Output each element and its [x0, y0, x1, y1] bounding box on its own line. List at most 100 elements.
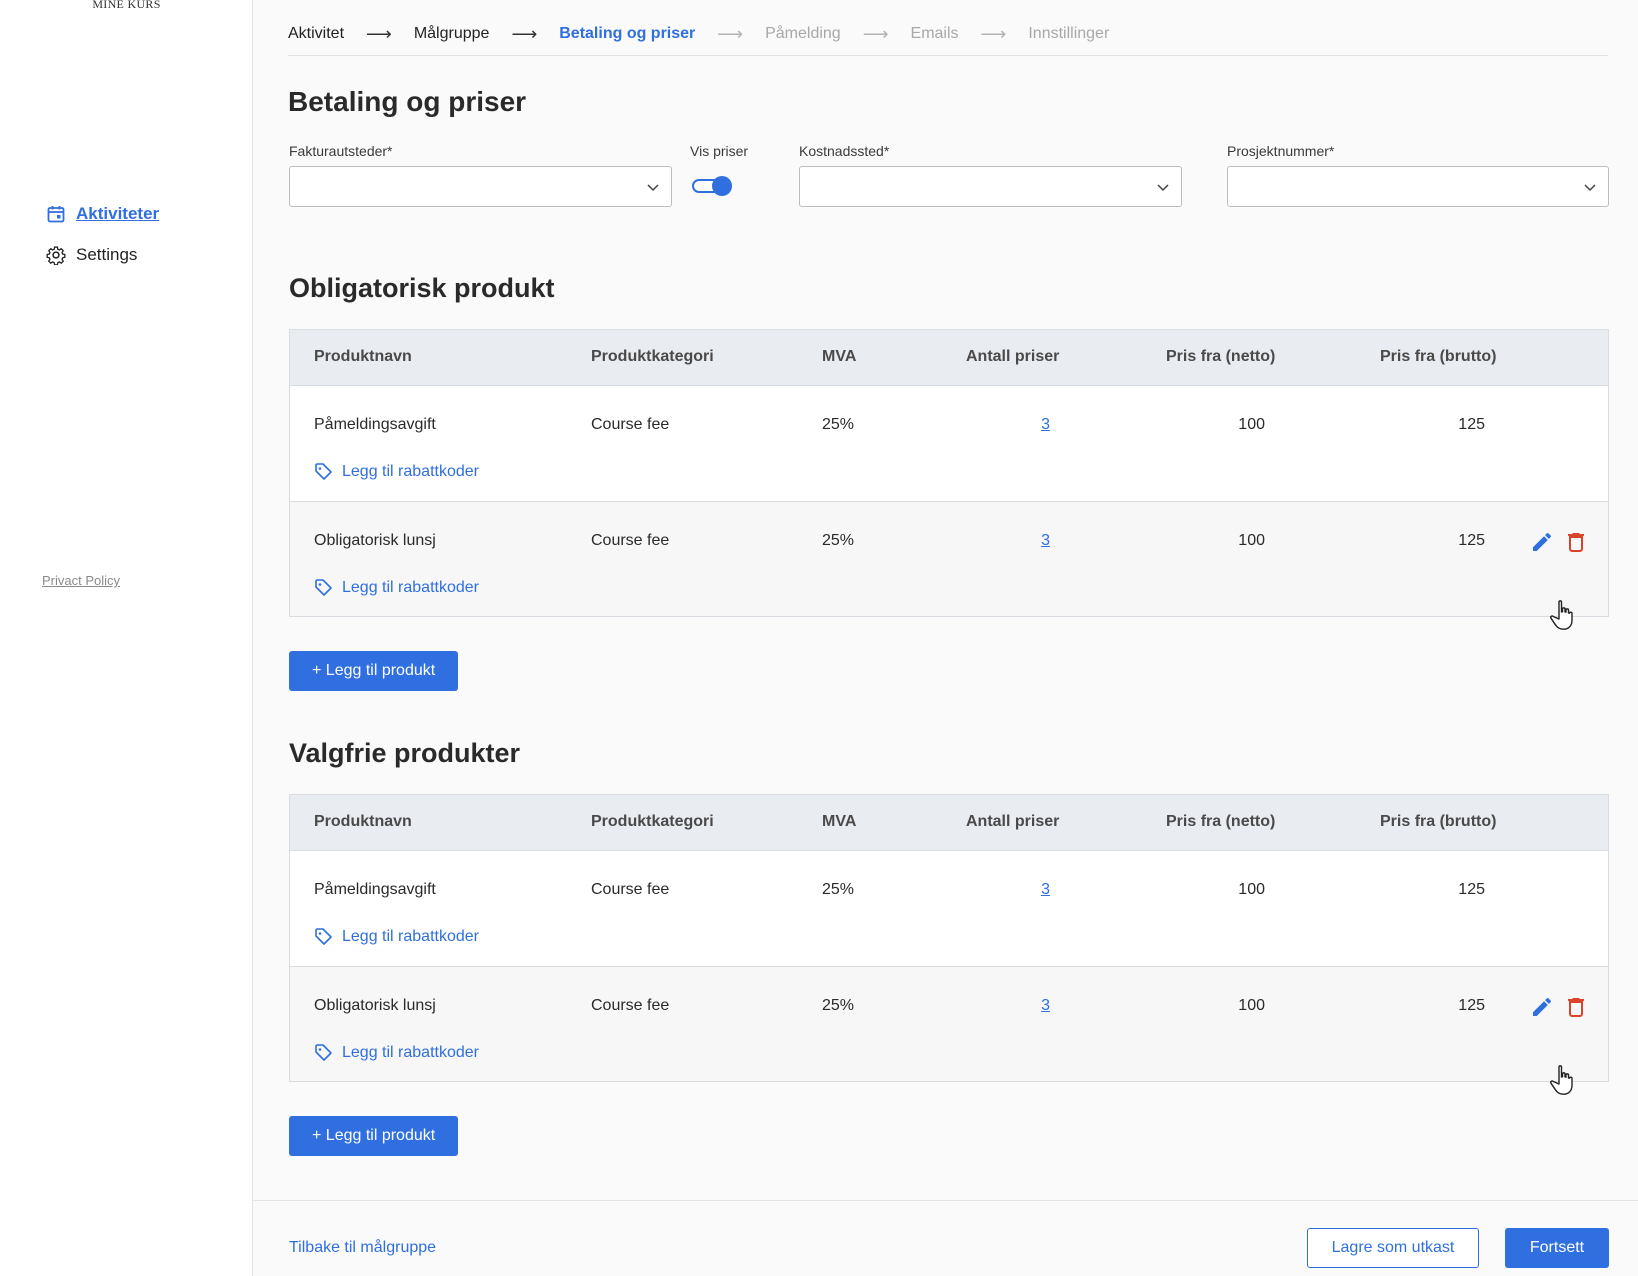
price-gross: 125: [1458, 997, 1485, 1014]
fakturautsteder-label: Fakturautsteder*: [289, 143, 393, 159]
product-category: Course fee: [591, 416, 670, 433]
table-header: Produktnavn Produktkategori MVA Antall p…: [290, 330, 1608, 386]
stepper: Aktivitet ⟶ Målgruppe ⟶ Betaling og pris…: [288, 22, 1109, 46]
calendar-icon: [46, 204, 66, 224]
price-gross: 125: [1458, 881, 1485, 898]
vis-priser-label: Vis priser: [690, 143, 749, 159]
chevron-down-icon: [1582, 179, 1598, 195]
step-betaling-og-priser[interactable]: Betaling og priser: [559, 25, 695, 43]
price-count-link[interactable]: 3: [990, 532, 1050, 550]
add-discount-codes-link[interactable]: Legg til rabattkoder: [314, 462, 479, 482]
add-discount-codes-label: Legg til rabattkoder: [342, 928, 479, 945]
price-count-link[interactable]: 3: [990, 881, 1050, 899]
product-category: Course fee: [591, 532, 670, 549]
page-title: Betaling og priser: [288, 86, 527, 117]
table-header: Produktnavn Produktkategori MVA Antall p…: [290, 795, 1608, 851]
toggle-knob: [712, 176, 732, 196]
price-gross: 125: [1458, 532, 1485, 549]
column-header: Antall priser: [966, 813, 1060, 830]
column-header: MVA: [822, 348, 857, 365]
step-aktivitet[interactable]: Aktivitet: [288, 25, 344, 43]
back-to-target-group-link[interactable]: Tilbake til målgruppe: [289, 1239, 436, 1257]
sidebar: MINE KURS Aktiviteter Settings Privact P…: [0, 0, 253, 1276]
add-discount-codes-link[interactable]: Legg til rabattkoder: [314, 578, 479, 598]
product-vat: 25%: [822, 416, 855, 433]
add-discount-codes-label: Legg til rabattkoder: [342, 463, 479, 480]
sidebar-item-label: Aktiviteter: [76, 204, 160, 223]
fakturautsteder-select[interactable]: [289, 166, 672, 207]
optional-products-table: Produktnavn Produktkategori MVA Antall p…: [289, 794, 1609, 1082]
product-category: Course fee: [591, 881, 670, 898]
prosjektnummer-select[interactable]: [1227, 166, 1609, 207]
column-header: Pris fra (netto): [1166, 348, 1276, 365]
tag-icon: [314, 578, 334, 598]
price-gross: 125: [1458, 416, 1485, 433]
delete-trash-icon[interactable]: [1564, 995, 1588, 1019]
price-net: 100: [1238, 997, 1265, 1014]
column-header: Pris fra (brutto): [1380, 348, 1497, 365]
privacy-policy-link[interactable]: Privact Policy: [42, 573, 120, 588]
product-name: Obligatorisk lunsj: [314, 997, 436, 1014]
delete-trash-icon[interactable]: [1564, 530, 1588, 554]
price-net: 100: [1238, 881, 1265, 898]
optional-section-title: Valgfrie produkter: [289, 738, 521, 768]
vis-priser-toggle[interactable]: [690, 175, 734, 197]
tag-icon: [314, 1043, 334, 1063]
product-vat: 25%: [822, 532, 855, 549]
step-innstillinger: Innstillinger: [1028, 25, 1110, 42]
chevron-down-icon: [645, 179, 661, 195]
table-row: Obligatorisk lunsj Course fee 25% 3 100 …: [290, 501, 1608, 616]
hand-cursor-icon: [1549, 1063, 1579, 1097]
product-vat: 25%: [822, 881, 855, 898]
arrow-right-icon: ⟶: [980, 24, 1007, 44]
sidebar-item-aktiviteter[interactable]: Aktiviteter: [46, 204, 159, 224]
price-count-link[interactable]: 3: [990, 416, 1050, 434]
column-header: Pris fra (netto): [1166, 813, 1276, 830]
product-name: Påmeldingsavgift: [314, 881, 436, 898]
column-header: Pris fra (brutto): [1380, 813, 1497, 830]
arrow-right-icon: ⟶: [717, 24, 744, 44]
product-category: Course fee: [591, 997, 670, 1014]
mandatory-section-title: Obligatorisk produkt: [289, 273, 555, 303]
price-net: 100: [1238, 416, 1265, 433]
price-count-link[interactable]: 3: [990, 997, 1050, 1015]
add-optional-product-button[interactable]: + Legg til produkt: [289, 1116, 459, 1156]
prosjektnummer-label: Prosjektnummer*: [1227, 143, 1335, 159]
table-row: Obligatorisk lunsj Course fee 25% 3 100 …: [290, 966, 1608, 1081]
product-name: Obligatorisk lunsj: [314, 532, 436, 549]
gear-icon: [46, 245, 66, 265]
arrow-right-icon: ⟶: [511, 24, 538, 44]
column-header: MVA: [822, 813, 857, 830]
step-malgruppe[interactable]: Målgruppe: [414, 25, 490, 43]
app-logo[interactable]: MINE KURS: [0, 0, 253, 12]
step-emails: Emails: [910, 25, 959, 42]
column-header: Produktkategori: [591, 348, 714, 365]
add-discount-codes-label: Legg til rabattkoder: [342, 579, 479, 596]
add-discount-codes-label: Legg til rabattkoder: [342, 1044, 479, 1061]
edit-pencil-icon[interactable]: [1530, 530, 1554, 554]
continue-button[interactable]: Fortsett: [1505, 1228, 1609, 1268]
product-name: Påmeldingsavgift: [314, 416, 436, 433]
add-discount-codes-link[interactable]: Legg til rabattkoder: [314, 927, 479, 947]
tag-icon: [314, 927, 334, 947]
sidebar-item-label: Settings: [76, 245, 138, 264]
sidebar-item-settings[interactable]: Settings: [46, 245, 137, 265]
main-content: Aktivitet ⟶ Målgruppe ⟶ Betaling og pris…: [253, 0, 1638, 1276]
edit-pencil-icon[interactable]: [1530, 995, 1554, 1019]
hand-cursor-icon: [1549, 598, 1579, 632]
add-mandatory-product-button[interactable]: + Legg til produkt: [289, 651, 459, 691]
arrow-right-icon: ⟶: [862, 24, 889, 44]
row-actions: [1530, 530, 1588, 554]
tag-icon: [314, 462, 334, 482]
table-row: Påmeldingsavgift Course fee 25% 3 100 12…: [290, 851, 1608, 966]
column-header: Antall priser: [966, 348, 1060, 365]
kostnadssted-select[interactable]: [799, 166, 1182, 207]
footer-bar: Tilbake til målgruppe Lagre som utkast F…: [253, 1200, 1638, 1276]
column-header: Produktkategori: [591, 813, 714, 830]
price-net: 100: [1238, 532, 1265, 549]
row-actions: [1530, 995, 1588, 1019]
save-draft-button[interactable]: Lagre som utkast: [1307, 1228, 1479, 1268]
kostnadssted-label: Kostnadssted*: [799, 143, 890, 159]
add-discount-codes-link[interactable]: Legg til rabattkoder: [314, 1043, 479, 1063]
mandatory-products-table: Produktnavn Produktkategori MVA Antall p…: [289, 329, 1609, 617]
